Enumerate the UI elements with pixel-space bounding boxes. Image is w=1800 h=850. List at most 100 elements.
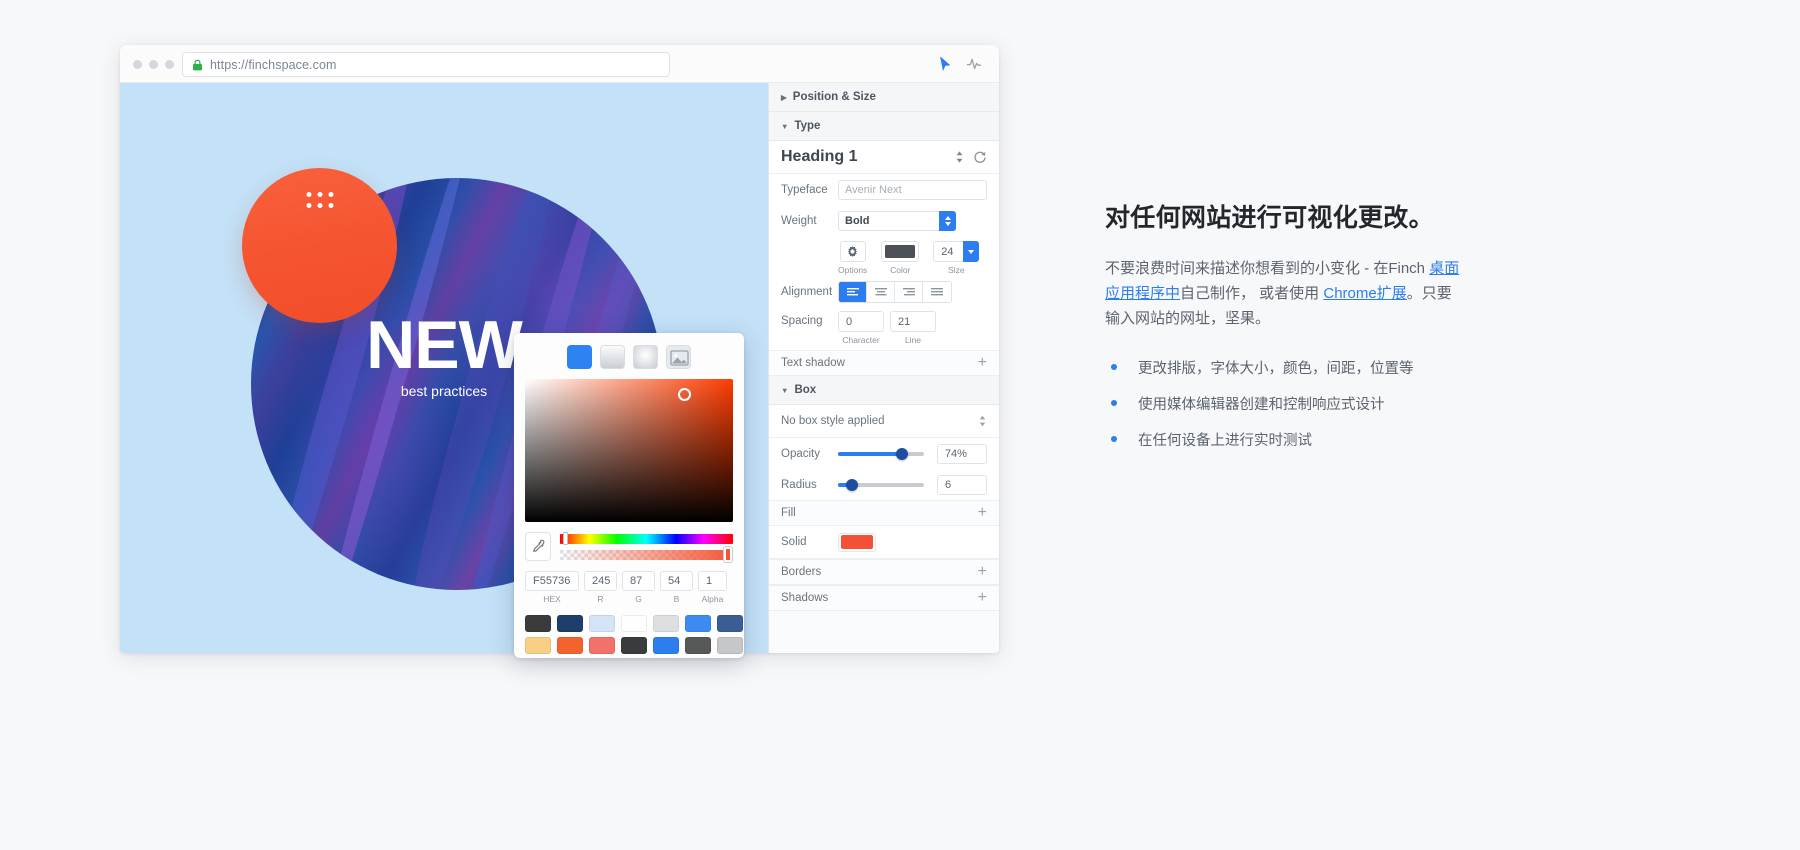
hue-slider-handle[interactable]	[563, 532, 568, 545]
weight-label: Weight	[781, 214, 817, 227]
section-type[interactable]: ▼ Type	[769, 112, 999, 141]
color-swatch[interactable]	[589, 615, 615, 632]
section-type-label: Type	[794, 120, 821, 132]
alpha-slider-handle[interactable]	[724, 547, 732, 562]
section-position-size-label: Position & Size	[792, 91, 876, 103]
style-name-row: Heading 1	[769, 141, 999, 174]
saturation-value-area[interactable]	[525, 379, 733, 522]
opacity-input[interactable]: 74%	[936, 443, 987, 464]
line-spacing-input[interactable]: 21	[890, 311, 936, 332]
page-title: 对任何网站进行可视化更改。	[1105, 204, 1434, 232]
image-fill-tab[interactable]	[666, 345, 691, 369]
linear-gradient-tab[interactable]	[600, 345, 625, 369]
address-bar[interactable]: https://finchspace.com	[182, 52, 670, 77]
red-input[interactable]: 245	[584, 571, 617, 591]
color-swatch[interactable]	[653, 637, 679, 654]
window-close-button[interactable]	[133, 60, 142, 69]
hex-input[interactable]: F55736	[525, 571, 579, 591]
chevron-down-icon[interactable]	[963, 241, 980, 262]
options-caption: Options	[838, 265, 868, 275]
radius-slider[interactable]	[838, 478, 924, 491]
options-button[interactable]	[839, 241, 866, 262]
alpha-control: 1 Alpha	[698, 571, 727, 604]
align-center-button[interactable]	[867, 282, 895, 302]
radial-gradient-tab[interactable]	[633, 345, 658, 369]
color-picker-tabs	[514, 333, 744, 379]
font-size-input[interactable]: 24	[933, 241, 980, 262]
typeface-label: Typeface	[781, 183, 828, 196]
refresh-icon[interactable]	[973, 150, 987, 164]
solid-label: Solid	[781, 536, 807, 548]
shadows-row[interactable]: Shadows +	[769, 585, 999, 611]
color-swatch[interactable]	[525, 615, 551, 632]
color-swatch-grid	[514, 604, 744, 658]
body-text-1: 不要浪费时间来描述你想看到的小变化 - 在Finch	[1105, 259, 1430, 277]
hue-slider[interactable]	[560, 532, 733, 545]
window-minimize-button[interactable]	[149, 60, 158, 69]
size-control: 24 Size	[933, 241, 980, 275]
color-swatch[interactable]	[557, 637, 583, 654]
radius-slider-handle[interactable]	[845, 478, 858, 491]
stepper-updown-icon[interactable]	[978, 414, 987, 428]
text-shadow-row[interactable]: Text shadow +	[769, 350, 999, 376]
blue-caption: B	[673, 594, 680, 604]
typeface-row: Typeface Avenir Next	[769, 174, 999, 205]
solid-fill-tab[interactable]	[567, 345, 592, 369]
stepper-updown-icon[interactable]	[955, 150, 964, 164]
red-caption: R	[597, 594, 604, 604]
chrome-extension-link[interactable]: Chrome扩展	[1323, 285, 1406, 302]
gear-icon	[848, 246, 858, 257]
opacity-row: Opacity 74%	[769, 438, 999, 469]
align-left-button[interactable]	[839, 282, 867, 302]
box-style-select[interactable]: No box style applied	[769, 405, 999, 438]
green-caption: G	[635, 594, 642, 604]
color-swatch[interactable]	[717, 637, 743, 654]
character-spacing-input[interactable]: 0	[838, 311, 884, 332]
add-fill-icon[interactable]: +	[978, 505, 987, 521]
blue-input[interactable]: 54	[660, 571, 693, 591]
color-swatch[interactable]	[557, 615, 583, 632]
box-style-value: No box style applied	[781, 415, 885, 427]
add-shadow-icon[interactable]: +	[978, 590, 987, 606]
fill-row[interactable]: Fill +	[769, 500, 999, 526]
color-swatch[interactable]	[717, 615, 743, 632]
weight-select[interactable]: Bold	[838, 210, 956, 231]
inspector-panel: ▶ Position & Size ▼ Type Heading 1 Typef…	[768, 83, 999, 653]
color-swatch[interactable]	[621, 615, 647, 632]
cursor-arrow-icon[interactable]	[937, 56, 953, 72]
alpha-input[interactable]: 1	[698, 571, 727, 591]
section-box[interactable]: ▼ Box	[769, 376, 999, 405]
color-picker-popover[interactable]: F55736 HEX 245 R 87 G 54 B 1 Alpha	[514, 333, 744, 658]
borders-row[interactable]: Borders +	[769, 559, 999, 585]
text-color-button[interactable]	[881, 241, 920, 262]
window-maximize-button[interactable]	[165, 60, 174, 69]
opacity-slider-handle[interactable]	[895, 447, 908, 460]
green-input[interactable]: 87	[622, 571, 655, 591]
alpha-slider[interactable]	[560, 547, 733, 562]
orange-shape[interactable]	[242, 168, 397, 323]
typeface-input[interactable]: Avenir Next	[838, 179, 987, 200]
grid-dots-icon[interactable]	[306, 192, 333, 208]
color-cursor[interactable]	[678, 388, 691, 401]
opacity-slider[interactable]	[838, 447, 924, 460]
chevron-down-icon: ▼	[781, 121, 789, 131]
align-justify-icon	[931, 288, 943, 296]
color-swatch[interactable]	[685, 637, 711, 654]
color-swatch[interactable]	[653, 615, 679, 632]
eyedropper-icon	[532, 539, 544, 552]
color-swatch[interactable]	[685, 615, 711, 632]
lock-icon	[193, 59, 202, 70]
color-swatch[interactable]	[589, 637, 615, 654]
solid-fill-button[interactable]	[838, 532, 876, 552]
align-justify-button[interactable]	[923, 282, 951, 302]
align-right-button[interactable]	[895, 282, 923, 302]
add-text-shadow-icon[interactable]: +	[978, 355, 987, 371]
color-swatch[interactable]	[621, 637, 647, 654]
radius-input[interactable]: 6	[936, 474, 987, 495]
section-position-size[interactable]: ▶ Position & Size	[769, 83, 999, 112]
activity-pulse-icon[interactable]	[966, 56, 982, 72]
add-border-icon[interactable]: +	[978, 564, 987, 580]
eyedropper-button[interactable]	[525, 532, 551, 561]
weight-stepper-icon[interactable]	[939, 210, 956, 231]
color-swatch[interactable]	[525, 637, 551, 654]
